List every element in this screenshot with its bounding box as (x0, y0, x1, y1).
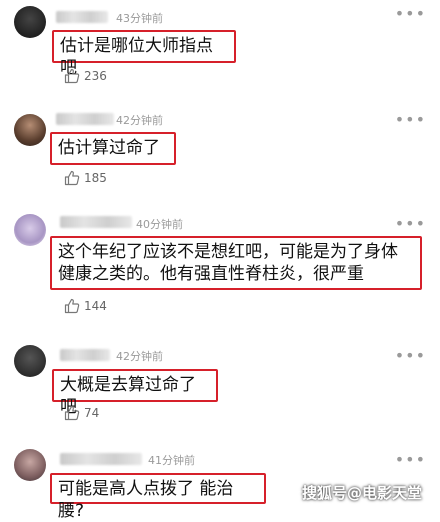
comment-item: 40分钟前 ••• 这个年纪了应该不是想红吧，可能是为了身体健康之类的。他有强直… (0, 200, 440, 335)
comment-text: 大概是去算过命了吧 (52, 369, 218, 417)
like-count: 185 (84, 171, 107, 185)
thumbs-up-icon (64, 68, 80, 84)
like-button[interactable]: 236 (64, 68, 107, 84)
like-count: 74 (84, 406, 100, 420)
avatar[interactable] (14, 345, 46, 377)
more-dots-icon[interactable]: ••• (395, 346, 426, 365)
comment-time: 43分钟前 (116, 12, 163, 25)
avatar[interactable] (14, 114, 46, 146)
more-dots-icon[interactable]: ••• (395, 214, 426, 233)
username-blurred[interactable] (56, 113, 114, 125)
like-button[interactable]: 74 (64, 405, 99, 421)
username-blurred[interactable] (56, 11, 108, 23)
comment-text: 可能是高人点拨了 能治腰? (50, 473, 266, 521)
thumbs-up-icon (64, 170, 80, 186)
comment-time: 42分钟前 (116, 350, 163, 363)
avatar[interactable] (14, 214, 46, 246)
username-blurred[interactable] (60, 216, 132, 228)
thumbs-up-icon (64, 405, 80, 421)
comment-text: 估计是哪位大师指点吧 (52, 30, 236, 78)
comment-item: 42分钟前 ••• 估计算过命了 185 (0, 100, 440, 200)
like-count: 144 (84, 299, 107, 313)
more-dots-icon[interactable]: ••• (395, 4, 426, 23)
comment-text: 这个年纪了应该不是想红吧，可能是为了身体健康之类的。他有强直性脊柱炎，很严重 (50, 236, 422, 290)
comment-text: 估计算过命了 (50, 132, 176, 165)
like-count: 236 (84, 69, 107, 83)
username-blurred[interactable] (60, 453, 142, 465)
comment-item: 43分钟前 ••• 估计是哪位大师指点吧 236 (0, 0, 440, 100)
more-dots-icon[interactable]: ••• (395, 110, 426, 129)
comment-time: 40分钟前 (136, 218, 183, 231)
avatar[interactable] (14, 449, 46, 481)
comment-time: 41分钟前 (148, 454, 195, 467)
like-button[interactable]: 144 (64, 298, 107, 314)
avatar[interactable] (14, 6, 46, 38)
like-button[interactable]: 185 (64, 170, 107, 186)
more-dots-icon[interactable]: ••• (395, 450, 426, 469)
comment-item: 42分钟前 ••• 大概是去算过命了吧 74 (0, 335, 440, 435)
watermark: 搜狐号@电影天堂 (302, 484, 423, 502)
username-blurred[interactable] (60, 349, 110, 361)
thumbs-up-icon (64, 298, 80, 314)
comment-time: 42分钟前 (116, 114, 163, 127)
